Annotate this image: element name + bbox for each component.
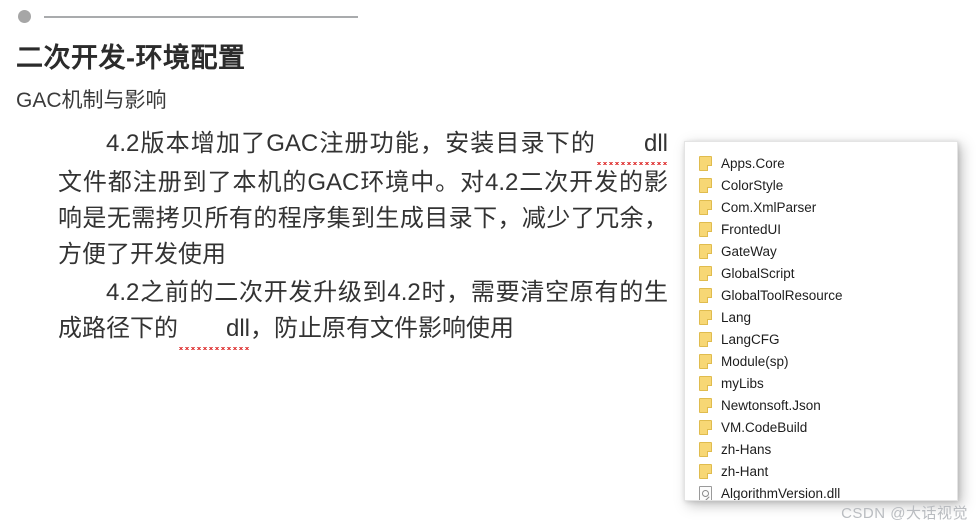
file-list-item-label: Com.XmlParser	[721, 199, 817, 215]
folder-icon	[699, 287, 712, 303]
file-list-item-label: VM.CodeBuild	[721, 419, 808, 435]
slide-canvas: 二次开发-环境配置 GAC机制与影响 4.2版本增加了GAC注册功能，安装目录下…	[0, 0, 976, 527]
text-run: 文件都注册到了本机的GAC环境中。对4.2二次开发的影响是无需拷贝所有的程序集到…	[58, 169, 668, 268]
file-list-item[interactable]: LangCFG	[685, 328, 957, 350]
folder-icon	[699, 331, 712, 347]
file-list-item[interactable]: FrontedUI	[685, 218, 957, 240]
misspelled-word: dll	[178, 311, 251, 350]
file-list-item-label: Lang	[721, 309, 752, 325]
file-list-item-label: Newtonsoft.Json	[721, 397, 821, 413]
folder-icon	[699, 177, 712, 193]
folder-icon	[699, 199, 712, 215]
dll-file-icon	[699, 485, 712, 500]
file-list-item-label: zh-Hant	[721, 463, 769, 479]
file-list-item[interactable]: ColorStyle	[685, 174, 957, 196]
file-list-item[interactable]: Lang	[685, 306, 957, 328]
file-explorer-panel[interactable]: Apps.Core ColorStyle Com.XmlParser FrontedU…	[684, 141, 958, 501]
file-list-item[interactable]: zh-Hans	[685, 438, 957, 460]
file-list-item-label: Module(sp)	[721, 353, 789, 369]
folder-icon	[699, 397, 712, 413]
horizontal-rule	[44, 15, 358, 18]
folder-icon	[699, 155, 712, 171]
page-subtitle: GAC机制与影响	[16, 89, 167, 112]
folder-icon	[699, 441, 712, 457]
body-paragraph: 4.2之前的二次开发升级到4.2时，需要清空原有的生成路径下的 dll，防止原有文…	[58, 275, 668, 350]
text-run: 4.2版本增加了GAC注册功能，安装目录下的	[106, 130, 596, 157]
csdn-watermark: CSDN @大话视觉	[841, 505, 968, 522]
folder-icon	[699, 463, 712, 479]
file-list-item[interactable]: zh-Hant	[685, 460, 957, 482]
file-list-item-label: AlgorithmVersion.dll	[721, 485, 841, 501]
file-list-item[interactable]: Newtonsoft.Json	[685, 394, 957, 416]
bullet-dot-icon	[18, 10, 31, 23]
folder-icon	[699, 243, 712, 259]
file-list-item-label: myLibs	[721, 375, 764, 391]
file-list-item[interactable]: AlgorithmVersion.dll	[685, 482, 957, 501]
body-copy: 4.2版本增加了GAC注册功能，安装目录下的 dll文件都注册到了本机的GAC环境…	[58, 126, 668, 352]
slide-top-marker	[18, 10, 358, 23]
misspelled-word: dll	[595, 126, 668, 165]
file-list-item[interactable]: Com.XmlParser	[685, 196, 957, 218]
file-list-item-label: GateWay	[721, 243, 777, 259]
file-list-item-label: Apps.Core	[721, 155, 785, 171]
folder-icon	[699, 419, 712, 435]
file-list-item[interactable]: Module(sp)	[685, 350, 957, 372]
text-run: ，防止原有文件影响使用	[250, 315, 515, 342]
file-list-item[interactable]: myLibs	[685, 372, 957, 394]
file-list-item-label: ColorStyle	[721, 177, 784, 193]
file-list-item[interactable]: VM.CodeBuild	[685, 416, 957, 438]
folder-icon	[699, 265, 712, 281]
file-list-item-label: GlobalToolResource	[721, 287, 843, 303]
file-list-item-label: LangCFG	[721, 331, 780, 347]
file-list-item-label: zh-Hans	[721, 441, 772, 457]
file-list-item[interactable]: GateWay	[685, 240, 957, 262]
folder-icon	[699, 221, 712, 237]
file-list-item[interactable]: Apps.Core	[685, 152, 957, 174]
file-list-item[interactable]: GlobalScript	[685, 262, 957, 284]
file-list-item-label: FrontedUI	[721, 221, 782, 237]
folder-icon	[699, 353, 712, 369]
body-paragraph: 4.2版本增加了GAC注册功能，安装目录下的 dll 文件都注册到了本机的GAC环境…	[58, 126, 668, 273]
file-list-item-label: GlobalScript	[721, 265, 795, 281]
folder-icon	[699, 309, 712, 325]
file-list-item[interactable]: GlobalToolResource	[685, 284, 957, 306]
page-title: 二次开发-环境配置	[16, 43, 246, 73]
folder-icon	[699, 375, 712, 391]
